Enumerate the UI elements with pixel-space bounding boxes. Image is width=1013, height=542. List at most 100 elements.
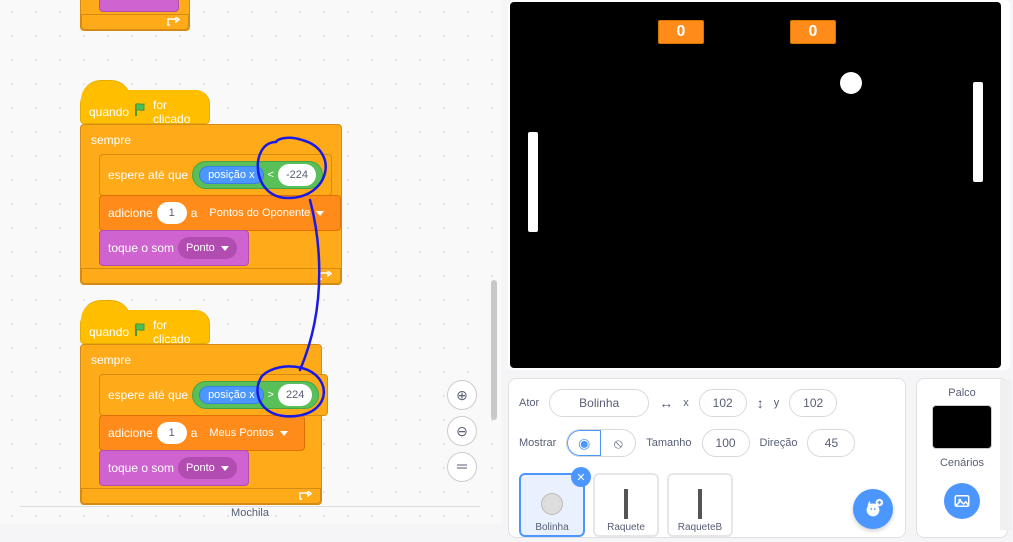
forever-block-1[interactable]: sempre espere até que posição x < -224 a…: [80, 124, 342, 285]
show-button[interactable]: ◉: [567, 430, 601, 456]
wait-until-block-2[interactable]: espere até que posição x > 224: [99, 374, 328, 416]
zoom-in-button[interactable]: ⊕: [447, 380, 477, 410]
zoom-in-icon: ⊕: [456, 387, 468, 404]
right-scrollbar[interactable]: [1000, 380, 1012, 530]
add-label2-1: a: [191, 206, 198, 220]
position-x-reporter-1[interactable]: posição x: [199, 166, 263, 184]
operator-lt-block-1[interactable]: posição x < -224: [192, 161, 323, 189]
stage-selector-panel: Palco Cenários: [916, 378, 1008, 538]
cenarios-label: Cenários: [940, 457, 984, 469]
var-dropdown-1[interactable]: Pontos do Oponente: [201, 202, 332, 224]
eye-icon: ◉: [578, 435, 590, 452]
sound-dropdown-2[interactable]: Ponto: [178, 457, 237, 479]
operator-gt-block-2[interactable]: posição x > 224: [192, 381, 319, 409]
var-name-2: Meus Pontos: [209, 427, 273, 439]
forever-foot-2: [81, 488, 321, 504]
stage-thumbnail[interactable]: [932, 405, 992, 449]
script-stack-1[interactable]: quando for clicado sempre espere até que…: [80, 90, 342, 285]
hat2-suffix: for clicado: [153, 318, 201, 346]
stage[interactable]: 0 0: [510, 2, 1001, 368]
zoom-reset-button[interactable]: ＝: [447, 452, 477, 482]
x-label: x: [683, 397, 689, 409]
sound-block-partial[interactable]: [99, 0, 179, 12]
direcao-label: Direção: [760, 437, 798, 449]
sound-name-2: Ponto: [186, 462, 215, 474]
y-label: y: [774, 397, 780, 409]
position-x-reporter-2[interactable]: posição x: [199, 386, 263, 404]
add-label2-2: a: [191, 426, 198, 440]
sprite-tile-raquete[interactable]: Raquete: [593, 473, 659, 537]
zoom-out-icon: ⊖: [456, 423, 468, 440]
loop-arrow-icon: [166, 17, 180, 29]
add-label1-1: adicione: [108, 206, 153, 220]
change-var-block-1[interactable]: adicione 1 a Pontos do Oponente: [99, 195, 341, 231]
image-icon: [953, 492, 971, 510]
change-var-block-2[interactable]: adicione 1 a Meus Pontos: [99, 415, 305, 451]
play-sound-block-2[interactable]: toque o som Ponto: [99, 450, 249, 486]
hat-when-flag-clicked-2[interactable]: quando for clicado: [80, 310, 210, 344]
trash-icon: ✕: [576, 471, 585, 484]
hide-button[interactable]: ⦸: [601, 430, 635, 456]
zoom-out-button[interactable]: ⊖: [447, 416, 477, 446]
script-stack-2[interactable]: quando for clicado sempre espere até que…: [80, 310, 322, 505]
sprite-thumb-raquete: [606, 486, 646, 522]
palco-title: Palco: [948, 387, 976, 399]
sprite-tile-raqueteb[interactable]: RaqueteB: [667, 473, 733, 537]
sound-label-1: toque o som: [108, 241, 174, 255]
script-stack-0-partial[interactable]: [80, 0, 190, 31]
delete-sprite-button[interactable]: ✕: [571, 467, 591, 487]
sprite-tile-label: RaqueteB: [678, 522, 722, 533]
paddle-right: [973, 82, 983, 182]
swap-v-icon: ↕: [757, 395, 764, 411]
wait-until-block-1[interactable]: espere até que posição x < -224: [99, 154, 332, 196]
code-area[interactable]: quando for clicado sempre espere até que…: [0, 0, 501, 524]
op-symbol-1: <: [268, 169, 274, 181]
eye-off-icon: ⦸: [614, 435, 623, 452]
zoom-reset-icon: ＝: [455, 457, 469, 477]
direction-input[interactable]: 45: [807, 429, 855, 457]
hat2-prefix: quando: [89, 325, 129, 339]
var-name-1: Pontos do Oponente: [209, 207, 310, 219]
var-dropdown-2[interactable]: Meus Pontos: [201, 422, 295, 444]
cat-plus-icon: [862, 498, 884, 520]
x-input[interactable]: 102: [699, 389, 747, 417]
play-sound-block-1[interactable]: toque o som Ponto: [99, 230, 249, 266]
sprite-tile-label: Bolinha: [535, 522, 568, 533]
backpack-bar[interactable]: Mochila: [20, 506, 480, 522]
add-backdrop-button[interactable]: [944, 483, 980, 519]
forever-label-1: sempre: [87, 131, 335, 153]
score-opponent: 0: [658, 20, 704, 44]
wait-until-label-1: espere até que: [108, 168, 188, 182]
size-input[interactable]: 100: [702, 429, 750, 457]
op-value-input-2[interactable]: 224: [278, 384, 312, 406]
hat1-suffix: for clicado: [153, 98, 201, 126]
wait-until-label-2: espere até que: [108, 388, 188, 402]
sound-dropdown-1[interactable]: Ponto: [178, 237, 237, 259]
mostrar-label: Mostrar: [519, 437, 556, 449]
sound-name-1: Ponto: [186, 242, 215, 254]
code-scrollbar[interactable]: [489, 0, 499, 520]
sprite-tile-label: Raquete: [607, 522, 645, 533]
ator-label: Ator: [519, 397, 539, 409]
op-value-input-1[interactable]: -224: [278, 164, 316, 186]
sound-label-2: toque o som: [108, 461, 174, 475]
add-value-input-2[interactable]: 1: [157, 422, 187, 444]
hat-when-flag-clicked-1[interactable]: quando for clicado: [80, 90, 210, 124]
code-scrollbar-thumb[interactable]: [491, 280, 497, 420]
score-player: 0: [790, 20, 836, 44]
sprite-tile-bolinha[interactable]: ✕ Bolinha: [519, 473, 585, 537]
green-flag-icon: [133, 102, 149, 121]
paddle-left: [528, 132, 538, 232]
sprite-thumb-bolinha: [532, 486, 572, 522]
stage-wrapper: 0 0: [508, 0, 1010, 370]
sprite-name-input[interactable]: Bolinha: [549, 389, 649, 417]
visibility-toggle[interactable]: ◉ ⦸: [566, 429, 636, 457]
ball: [840, 72, 862, 94]
forever-block-2[interactable]: sempre espere até que posição x > 224 ad…: [80, 344, 322, 505]
sprite-thumb-raqueteb: [680, 486, 720, 522]
y-input[interactable]: 102: [789, 389, 837, 417]
add-sprite-button[interactable]: [853, 489, 893, 529]
op-symbol-2: >: [268, 389, 274, 401]
sprite-list: ✕ Bolinha Raquete RaqueteB: [519, 473, 895, 537]
add-value-input-1[interactable]: 1: [157, 202, 187, 224]
